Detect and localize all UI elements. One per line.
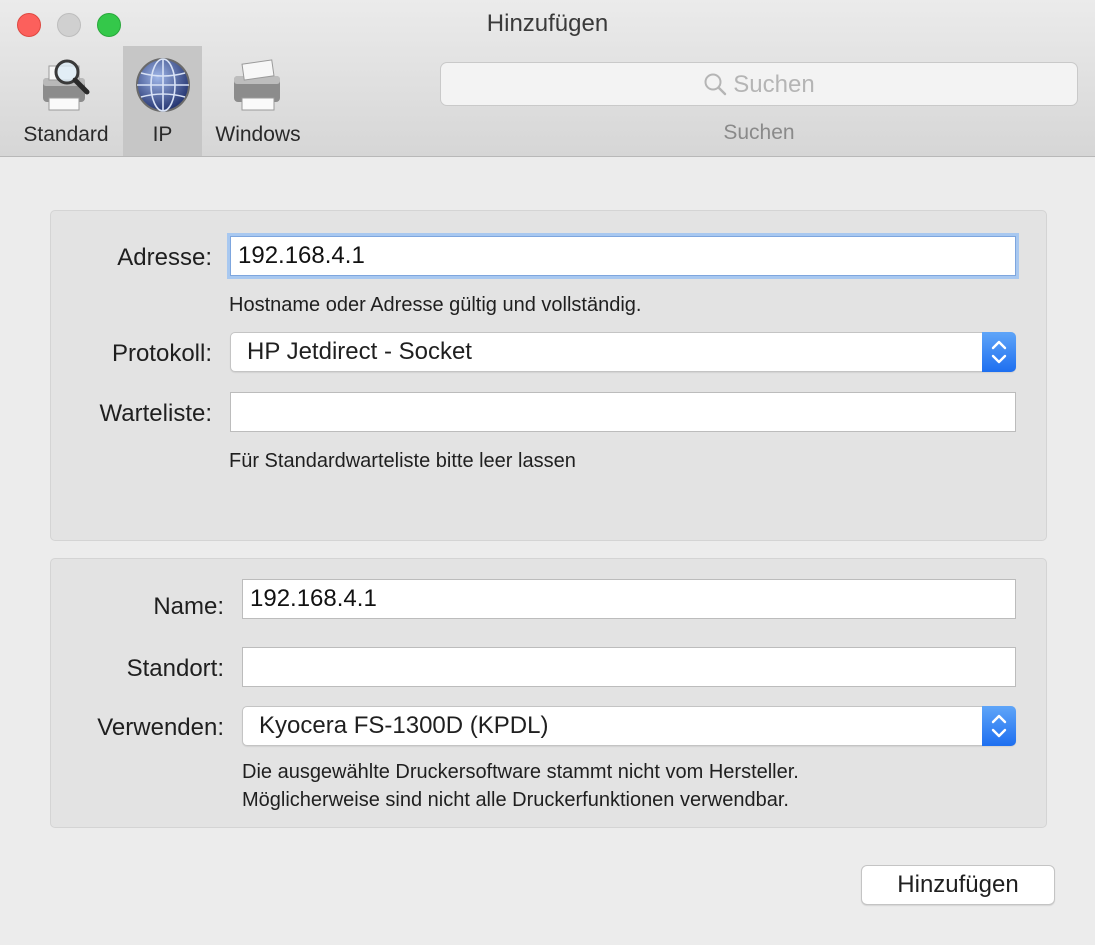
name-field[interactable]: 192.168.4.1	[242, 579, 1016, 619]
toolbar-label: IP	[152, 123, 173, 146]
printer-icon	[234, 59, 280, 111]
address-hint: Hostname oder Adresse gültig und vollstä…	[229, 294, 642, 316]
toolbar-label: Windows	[215, 123, 301, 146]
ip-settings-panel: Adresse: 192.168.4.1 Hostname oder Adres…	[50, 210, 1047, 541]
address-field[interactable]: 192.168.4.1	[230, 236, 1016, 276]
printer-search-icon	[43, 59, 90, 111]
driver-select[interactable]: Kyocera FS-1300D (KPDL)	[242, 706, 1016, 746]
toolbar-standard[interactable]: Standard	[14, 46, 118, 156]
driver-hint-line1: Die ausgewählte Druckersoftware stammt n…	[242, 761, 799, 783]
queue-hint: Für Standardwarteliste bitte leer lassen	[229, 450, 576, 472]
protocol-value: HP Jetdirect - Socket	[247, 338, 472, 365]
popup-stepper	[982, 332, 1016, 372]
search-label: Suchen	[723, 121, 795, 144]
printer-details-panel: Name: 192.168.4.1 Standort: Verwenden: K…	[50, 558, 1047, 828]
search-placeholder: Suchen	[733, 71, 815, 98]
add-button[interactable]: Hinzufügen	[861, 865, 1055, 905]
name-label: Name:	[153, 593, 224, 620]
driver-value: Kyocera FS-1300D (KPDL)	[259, 712, 549, 739]
address-label: Adresse:	[117, 244, 212, 271]
queue-field[interactable]	[230, 392, 1016, 432]
chevron-updown-icon	[991, 714, 1007, 738]
driver-hint-line2: Möglicherweise sind nicht alle Druckerfu…	[242, 789, 789, 811]
location-field[interactable]	[242, 647, 1016, 687]
queue-label: Warteliste:	[99, 400, 212, 427]
window-title: Hinzufügen	[486, 10, 609, 37]
toolbar-label: Standard	[23, 123, 109, 146]
toolbar-windows[interactable]: Windows	[206, 46, 310, 156]
protocol-select[interactable]: HP Jetdirect - Socket	[230, 332, 1016, 372]
toolbar-ip[interactable]: IP	[123, 46, 202, 156]
network-globe-icon	[135, 58, 190, 112]
protocol-label: Protokoll:	[111, 340, 212, 367]
use-label: Verwenden:	[97, 714, 224, 741]
title-toolbar: Hinzufügen Standard IP Windows Suchen Su…	[0, 0, 1095, 157]
location-label: Standort:	[126, 655, 224, 682]
popup-stepper	[982, 706, 1016, 746]
chevron-updown-icon	[991, 340, 1007, 364]
search-icon	[704, 73, 727, 96]
add-printer-window: Hinzufügen Standard IP Windows Suchen Su…	[0, 0, 1095, 945]
search-input[interactable]: Suchen	[440, 62, 1078, 106]
